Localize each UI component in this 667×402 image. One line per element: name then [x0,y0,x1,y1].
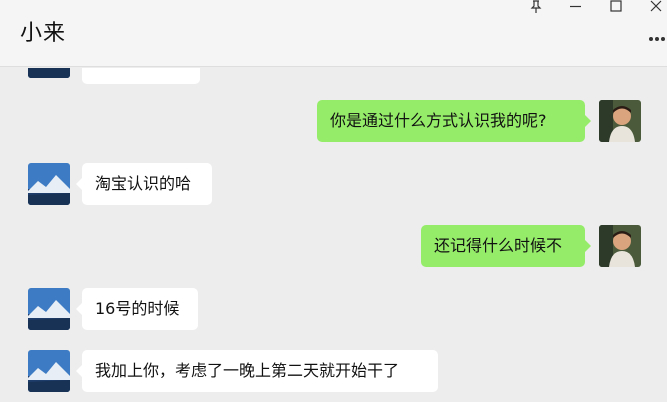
message-bubble-outgoing[interactable]: 你是通过什么方式认识我的呢? [317,100,585,142]
self-avatar[interactable] [599,225,641,267]
minimize-icon[interactable] [566,0,586,14]
more-icon[interactable] [645,34,667,44]
maximize-icon[interactable] [606,0,626,14]
pin-icon[interactable] [526,0,546,14]
bubble-tail [585,115,591,127]
contact-avatar[interactable] [28,163,70,205]
self-avatar[interactable] [599,100,641,142]
bubble-tail [585,240,591,252]
message-bubble-incoming[interactable]: 淘宝认识的哈 [82,163,212,205]
close-icon[interactable] [646,0,666,14]
contact-avatar[interactable] [28,68,70,78]
message-list[interactable]: 你是通过什么方式认识我的呢? 淘宝认识的哈 还记得什么时候不 16号的时候 我加… [0,68,667,402]
chat-title: 小来 [20,21,67,46]
contact-avatar[interactable] [28,288,70,330]
contact-avatar[interactable] [28,350,70,392]
chat-header: 小来 [0,0,667,67]
message-bubble-outgoing[interactable]: 还记得什么时候不 [421,225,585,267]
message-bubble-incoming[interactable] [82,68,200,84]
message-bubble-incoming[interactable]: 我加上你，考虑了一晚上第二天就开始干了 [82,350,438,392]
message-bubble-incoming[interactable]: 16号的时候 [82,288,198,330]
